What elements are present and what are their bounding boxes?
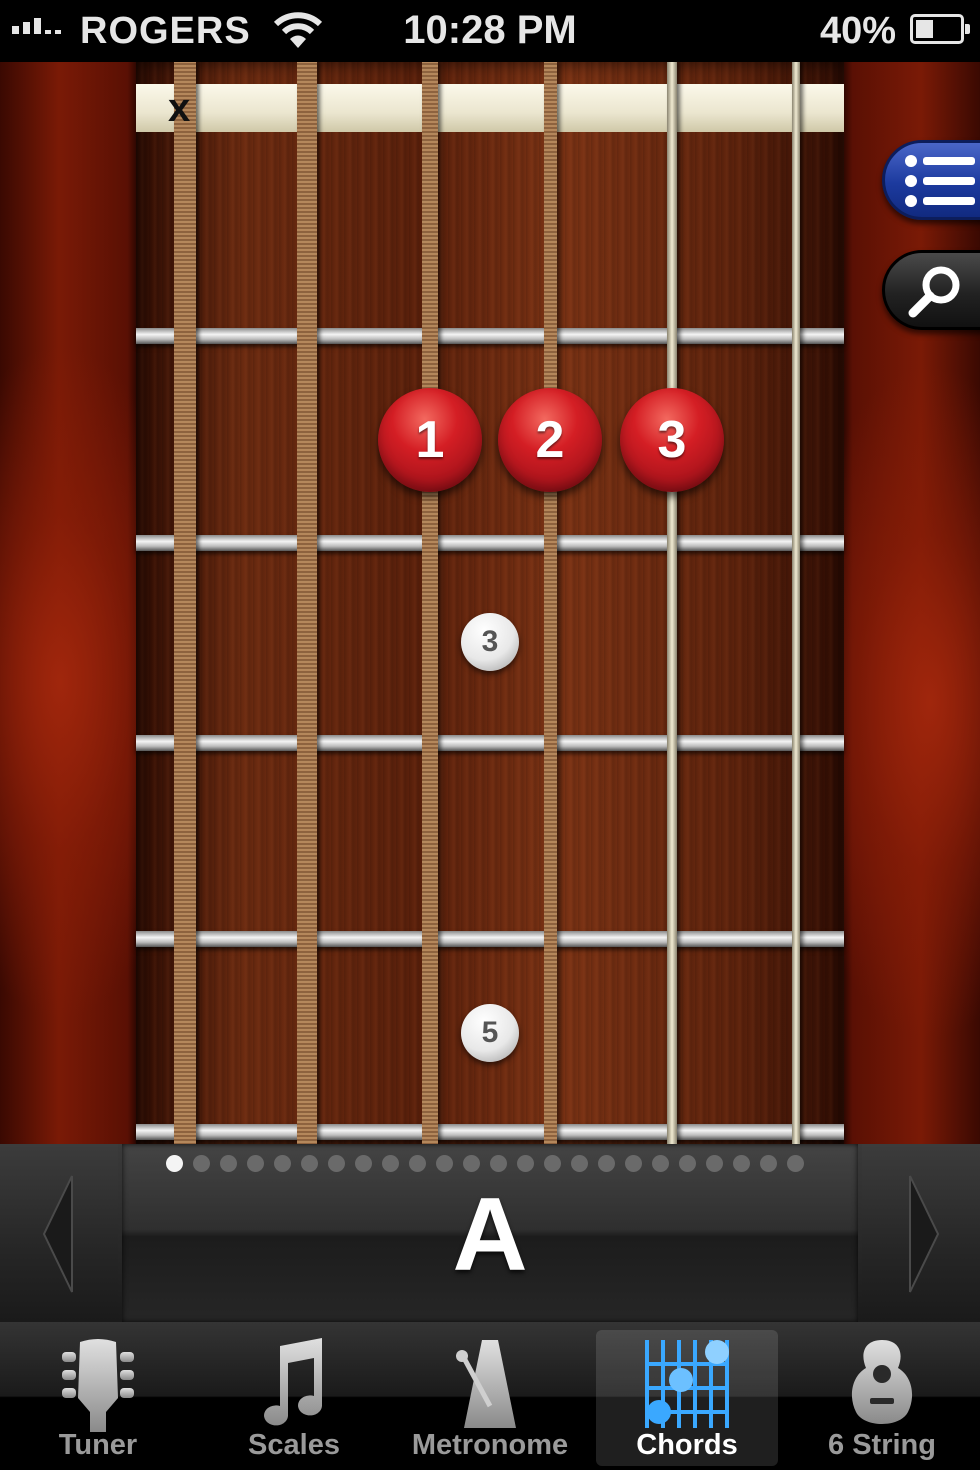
page-dot[interactable] [733,1155,750,1172]
string-d[interactable] [422,62,438,1144]
battery-percent: 40% [819,10,896,52]
tab-label: Chords [636,1429,738,1461]
page-dot[interactable] [652,1155,669,1172]
page-dot[interactable] [760,1155,777,1172]
page-dot[interactable] [274,1155,291,1172]
fret-wire [136,735,844,751]
string-b[interactable] [667,62,677,1144]
page-dot[interactable] [436,1155,453,1172]
fret-wire [136,1124,844,1140]
page-dot[interactable] [490,1155,507,1172]
fret-marker-3: 3 [461,613,519,671]
tab-label: 6 String [828,1429,936,1461]
muted-string-marker: x [168,86,191,130]
status-bar: ROGERS 10:28 PM 40% [0,0,980,62]
page-dot[interactable] [598,1155,615,1172]
finger-marker-3[interactable]: 3 [620,388,724,492]
page-dot[interactable] [409,1155,426,1172]
finger-marker-2[interactable]: 2 [498,388,602,492]
page-dot[interactable] [247,1155,264,1172]
page-dot[interactable] [544,1155,561,1172]
page-dot[interactable] [787,1155,804,1172]
chord-name: A [452,1177,528,1293]
tab-6-string[interactable]: 6 String [784,1330,980,1466]
finger-marker-1[interactable]: 1 [378,388,482,492]
fret-wire [136,328,844,344]
page-dot-active[interactable] [166,1155,183,1172]
string-high-e[interactable] [792,62,800,1144]
tab-scales[interactable]: Scales [196,1330,392,1466]
page-dot[interactable] [193,1155,210,1172]
fret-wire [136,535,844,551]
page-dot[interactable] [517,1155,534,1172]
page-dot[interactable] [382,1155,399,1172]
page-dot[interactable] [355,1155,372,1172]
tab-metronome[interactable]: Metronome [392,1330,588,1466]
string-a[interactable] [297,62,317,1144]
tab-label: Metronome [411,1429,569,1461]
page-dot[interactable] [679,1155,696,1172]
search-button[interactable] [882,250,980,330]
chord-list-button[interactable] [882,140,980,220]
page-dot[interactable] [301,1155,318,1172]
tab-label: Tuner [58,1429,138,1461]
fret-wire [136,931,844,947]
tab-chords[interactable]: Chords [596,1330,778,1466]
page-dot[interactable] [571,1155,588,1172]
fretboard [136,62,844,1144]
battery-icon [910,14,970,44]
page-indicator[interactable] [166,1155,804,1172]
page-dot[interactable] [706,1155,723,1172]
page-dot[interactable] [220,1155,237,1172]
string-low-e[interactable] [174,62,196,1144]
nut [136,84,844,132]
page-dot[interactable] [463,1155,480,1172]
string-g[interactable] [544,62,557,1144]
page-dot[interactable] [328,1155,345,1172]
page-dot[interactable] [625,1155,642,1172]
tab-label: Scales [248,1429,340,1461]
tab-tuner[interactable]: Tuner [0,1330,196,1466]
fret-marker-5: 5 [461,1004,519,1062]
